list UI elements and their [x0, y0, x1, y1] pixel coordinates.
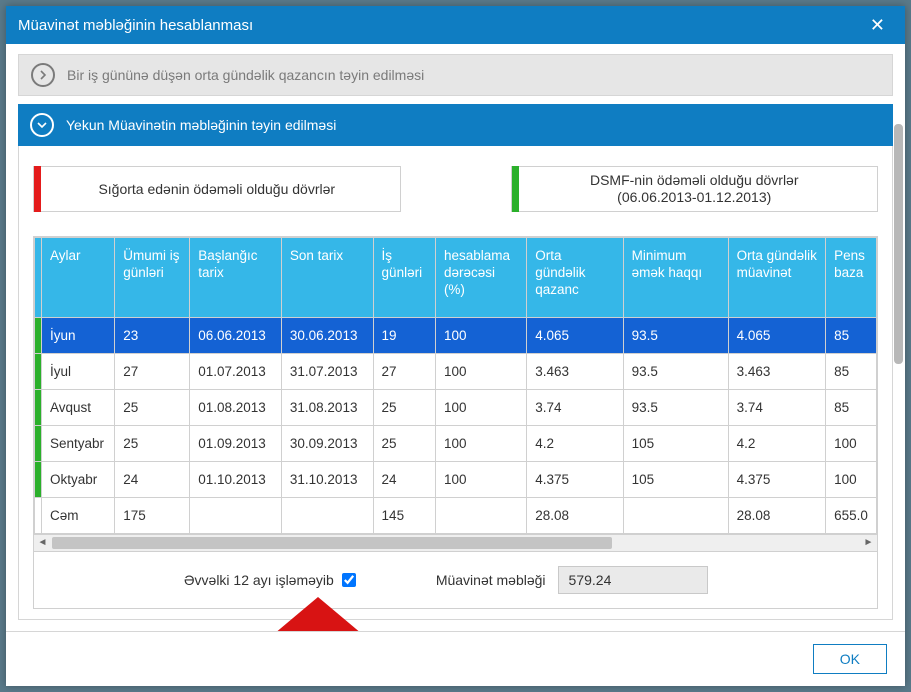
period-insurer-label: Sığorta edənin ödəməli olduğu dövrlər: [98, 181, 335, 198]
table-sum-row: Cəm17514528.0828.08655.0: [35, 497, 877, 533]
ok-button[interactable]: OK: [813, 644, 887, 674]
th-total-days[interactable]: Ümumi iş günləri: [115, 238, 190, 318]
stripe-red: [34, 166, 41, 212]
table-row[interactable]: İyul2701.07.201331.07.2013271003.46393.5…: [35, 353, 877, 389]
dialog-body: Bir iş gününə düşən orta gündəlik qazanc…: [6, 44, 905, 631]
table-row[interactable]: Sentyabr2501.09.201330.09.2013251004.210…: [35, 425, 877, 461]
chevron-right-icon: [31, 63, 55, 87]
table-header-row: Aylar Ümumi iş günləri Başlanğıc tarix S…: [35, 238, 877, 318]
table-row[interactable]: İyun2306.06.201330.06.2013191004.06593.5…: [35, 317, 877, 353]
th-start-date[interactable]: Başlanğıc tarix: [190, 238, 282, 318]
th-pension[interactable]: Pens baza: [826, 238, 877, 318]
amount-value: 579.24: [558, 566, 708, 594]
period-boxes: Sığorta edənin ödəməli olduğu dövrlər DS…: [33, 166, 878, 212]
period-dsmf-text: DSMF-nin ödəməli olduğu dövrlər (06.06.2…: [590, 172, 799, 206]
benefit-table: Aylar Ümumi iş günləri Başlanğıc tarix S…: [34, 237, 877, 534]
table-row[interactable]: Avqust2501.08.201331.08.2013251003.7493.…: [35, 389, 877, 425]
scroll-right-icon[interactable]: ►: [860, 535, 877, 551]
dialog-title: Müavinət məbləğinin hesablanması: [18, 17, 862, 34]
th-avg-daily[interactable]: Orta gündəlik qazanc: [527, 238, 623, 318]
section-expanded-label: Yekun Müavinətin məbləğinin təyin edilmə…: [66, 117, 336, 133]
dialog-window: Müavinət məbləğinin hesablanması ✕ Bir i…: [6, 6, 905, 686]
section-collapsed-label: Bir iş gününə düşən orta gündəlik qazanc…: [67, 67, 424, 83]
scroll-left-icon[interactable]: ◄: [34, 535, 51, 551]
dialog-footer: OK: [6, 631, 905, 686]
chevron-down-icon: [30, 113, 54, 137]
vertical-scrollbar-thumb[interactable]: [894, 124, 903, 364]
horizontal-scrollbar-thumb[interactable]: [52, 537, 612, 549]
th-rate[interactable]: hesablama dərəcəsi (%): [435, 238, 526, 318]
th-work-days[interactable]: İş günləri: [373, 238, 435, 318]
titlebar: Müavinət məbləğinin hesablanması ✕: [6, 6, 905, 44]
close-icon[interactable]: ✕: [862, 15, 893, 36]
section-expanded-header[interactable]: Yekun Müavinətin məbləğinin təyin edilmə…: [18, 104, 893, 146]
section-collapsed-header[interactable]: Bir iş gününə düşən orta gündəlik qazanc…: [18, 54, 893, 96]
table-container: Aylar Ümumi iş günləri Başlanğıc tarix S…: [33, 236, 878, 535]
th-end-date[interactable]: Son tarix: [281, 238, 373, 318]
period-insurer: Sığorta edənin ödəməli olduğu dövrlər: [33, 166, 401, 212]
horizontal-scrollbar[interactable]: ◄ ►: [33, 535, 878, 552]
th-month[interactable]: Aylar: [42, 238, 115, 318]
period-dsmf: DSMF-nin ödəməli olduğu dövrlər (06.06.2…: [511, 166, 879, 212]
stripe-green: [512, 166, 519, 212]
summary-bar: Əvvəlki 12 ayı işləməyib Müavinət məbləğ…: [33, 552, 878, 609]
table-row[interactable]: Oktyabr2401.10.201331.10.2013241004.3751…: [35, 461, 877, 497]
prev12-label: Əvvəlki 12 ayı işləməyib: [184, 572, 334, 588]
th-avg-benefit[interactable]: Orta gündəlik müavinət: [728, 238, 826, 318]
prev12-checkbox[interactable]: [342, 573, 356, 587]
th-min-wage[interactable]: Minimum əmək haqqı: [623, 238, 728, 318]
section-expanded-body: Sığorta edənin ödəməli olduğu dövrlər DS…: [18, 146, 893, 620]
callout-arrow-icon: [258, 597, 378, 631]
amount-label: Müavinət məbləği: [436, 572, 546, 588]
